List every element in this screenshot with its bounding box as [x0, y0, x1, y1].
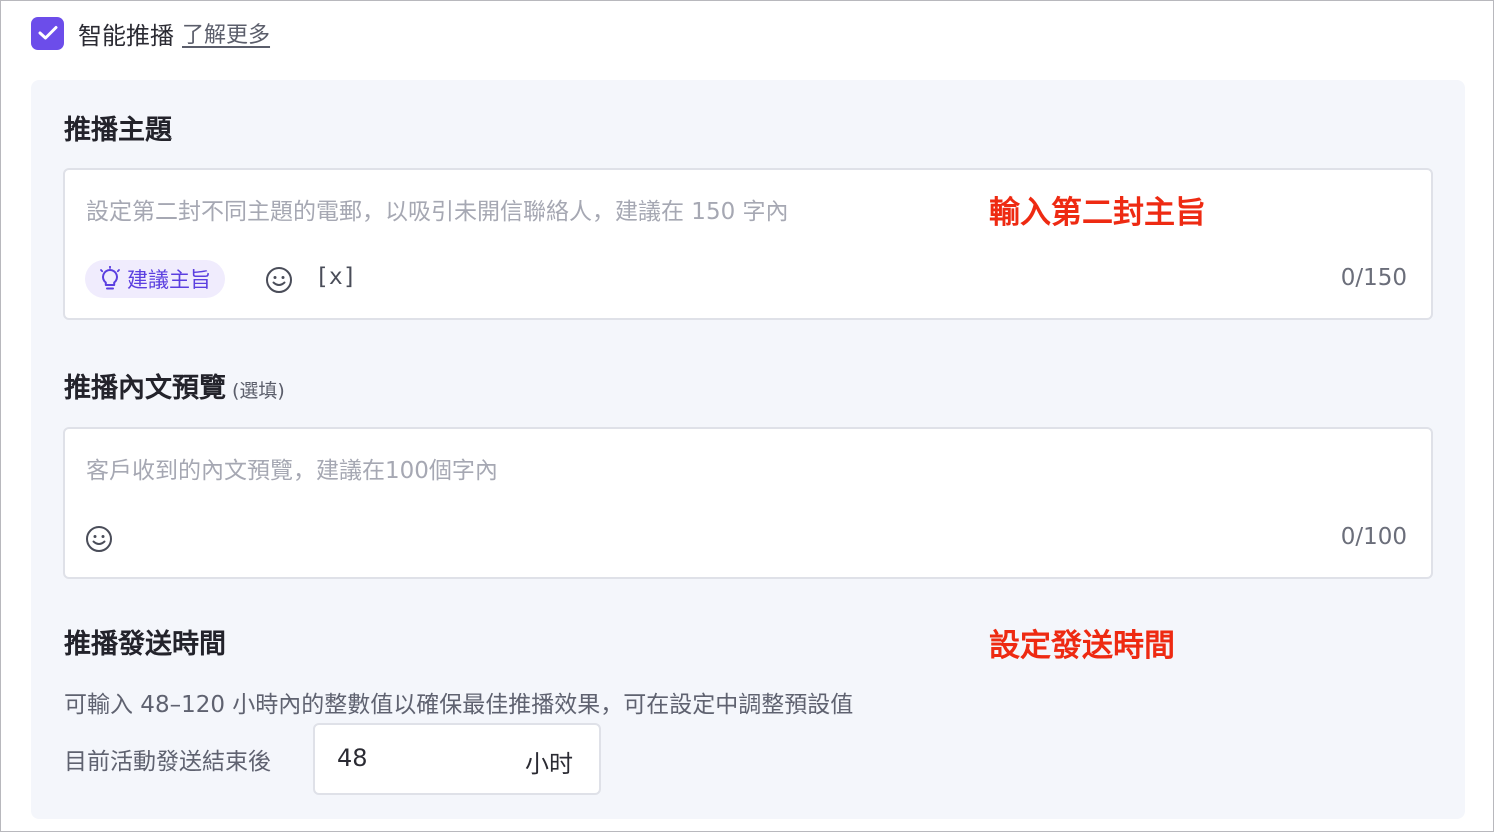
- insert-variable-button[interactable]: [x]: [315, 264, 357, 290]
- preview-title-text: 推播內文預覽: [64, 373, 226, 404]
- send-time-help: 可輸入 48–120 小時內的整數值以確保最佳推播效果，可在設定中調整預設值: [64, 692, 854, 718]
- send-time-annotation: 設定發送時間: [989, 628, 1175, 664]
- smart-push-checkbox[interactable]: [31, 16, 64, 50]
- preview-emoji-button[interactable]: [84, 524, 114, 554]
- send-time-after-label: 目前活動發送結束後: [64, 749, 271, 775]
- smart-push-settings: 智能推播 了解更多 推播主題 設定第二封不同主題的電郵，以吸引未開信聯絡人，建議…: [0, 0, 1494, 832]
- smile-icon: [86, 526, 112, 552]
- preview-title: 推播內文預覽 (選填): [64, 366, 285, 405]
- hours-value: 48: [337, 744, 368, 772]
- subject-counter: 0/150: [1340, 265, 1407, 291]
- subject-input[interactable]: 設定第二封不同主題的電郵，以吸引未開信聯絡人，建議在 150 字內 輸入第二封主…: [63, 168, 1433, 320]
- settings-panel: 推播主題 設定第二封不同主題的電郵，以吸引未開信聯絡人，建議在 150 字內 輸…: [31, 80, 1465, 819]
- lightbulb-icon: [100, 266, 120, 290]
- subject-title: 推播主題: [64, 115, 172, 146]
- preview-counter: 0/100: [1340, 524, 1407, 550]
- learn-more-link[interactable]: 了解更多: [182, 17, 270, 49]
- smart-push-header: 智能推播 了解更多: [31, 15, 270, 51]
- smart-push-label: 智能推播: [78, 21, 174, 50]
- subject-emoji-button[interactable]: [264, 265, 294, 295]
- preview-optional-label: (選填): [232, 380, 285, 402]
- suggest-subject-button[interactable]: 建議主旨: [85, 260, 225, 298]
- smile-icon: [266, 267, 292, 293]
- subject-annotation: 輸入第二封主旨: [989, 195, 1206, 231]
- hours-input[interactable]: 48 小时: [313, 723, 601, 795]
- hours-unit: 小时: [525, 750, 573, 778]
- send-time-title: 推播發送時間: [64, 629, 226, 660]
- preview-input[interactable]: 客戶收到的內文預覽，建議在100個字內 0/100: [63, 427, 1433, 579]
- suggest-subject-label: 建議主旨: [127, 268, 211, 292]
- preview-placeholder: 客戶收到的內文預覽，建議在100個字內: [86, 458, 498, 484]
- check-icon: [38, 26, 57, 40]
- subject-placeholder: 設定第二封不同主題的電郵，以吸引未開信聯絡人，建議在 150 字內: [86, 199, 789, 225]
